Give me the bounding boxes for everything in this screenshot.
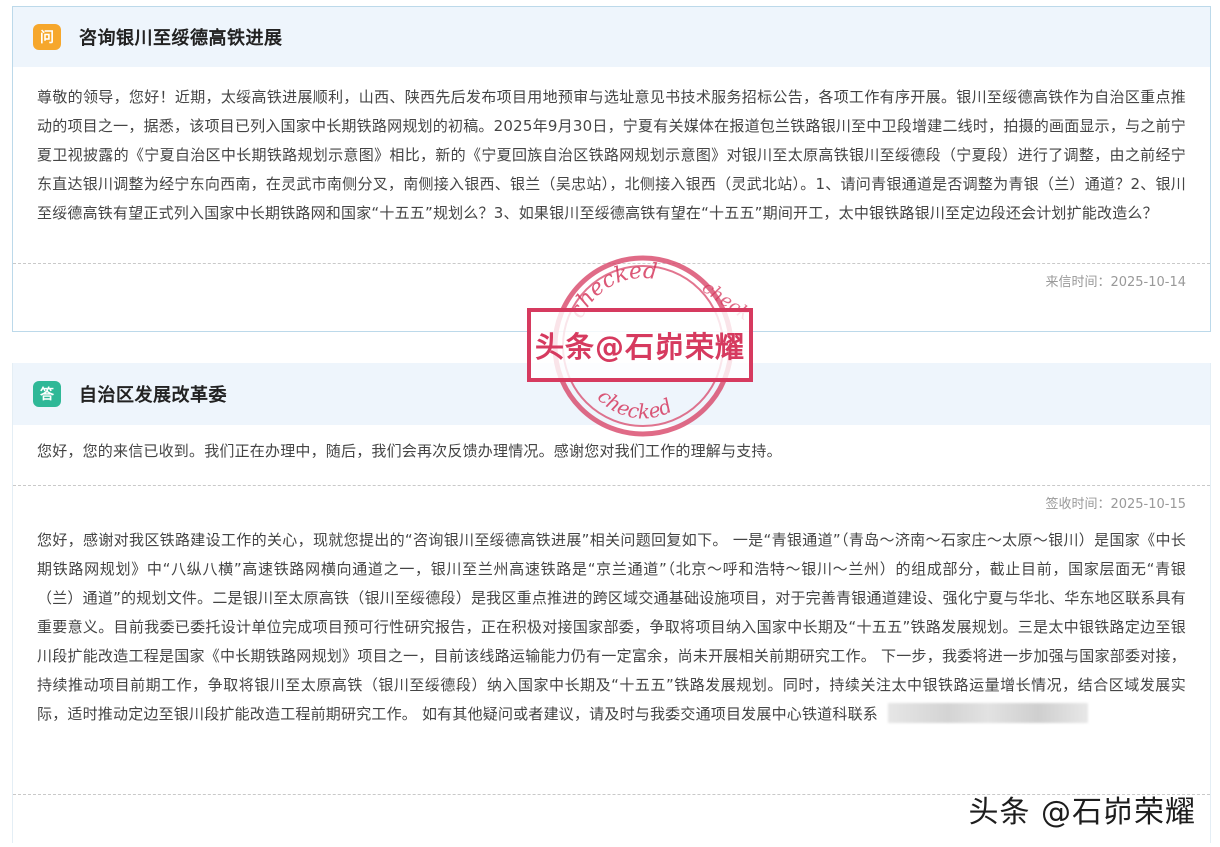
answer-card: 答 自治区发展改革委 您好，您的来信已收到。我们正在办理中，随后，我们会再次反馈… <box>12 363 1211 843</box>
redacted-phone <box>887 703 1088 723</box>
answer-header: 答 自治区发展改革委 <box>13 363 1210 425</box>
answer-tag: 答 <box>33 381 61 407</box>
answer-time: 签收时间：2025-10-15 <box>1045 497 1186 512</box>
answer-reply: 您好，感谢对我区铁路建设工作的关心，现就您提出的“咨询银川至绥德高铁进展”相关问… <box>13 524 1210 794</box>
answer-reply-text: 您好，感谢对我区铁路建设工作的关心，现就您提出的“咨询银川至绥德高铁进展”相关问… <box>37 531 1186 723</box>
question-title: 咨询银川至绥德高铁进展 <box>79 28 283 49</box>
question-tag: 问 <box>33 24 61 50</box>
answer-department: 自治区发展改革委 <box>79 385 227 406</box>
question-card: 问 咨询银川至绥德高铁进展 尊敬的领导，您好！近期，太绥高铁进展顺利，山西、陕西… <box>12 6 1211 332</box>
question-time: 来信时间：2025-10-14 <box>1045 275 1186 290</box>
question-header: 问 咨询银川至绥德高铁进展 <box>13 7 1210 67</box>
answer-ack-text: 您好，您的来信已收到。我们正在办理中，随后，我们会再次反馈办理情况。感谢您对我们… <box>37 442 782 460</box>
question-text: 尊敬的领导，您好！近期，太绥高铁进展顺利，山西、陕西先后发布项目用地预审与选址意… <box>37 88 1186 222</box>
watermark: 头条 @石峁荣耀 <box>968 795 1196 830</box>
